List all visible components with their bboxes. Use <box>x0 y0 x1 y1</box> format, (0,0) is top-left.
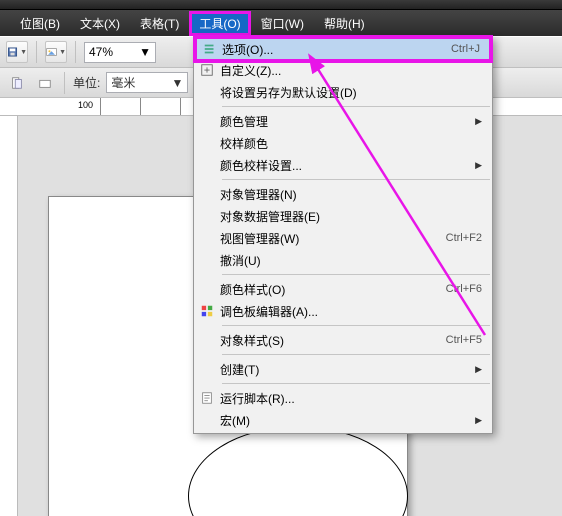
customize-icon <box>194 63 220 77</box>
menu-item-hotkey: Ctrl+F6 <box>434 283 482 295</box>
save-icon <box>7 45 18 59</box>
zoom-value: 47% <box>89 45 113 59</box>
save-dropdown-button[interactable]: ▼ <box>6 41 28 63</box>
menu-item-label: 创建(T) <box>220 361 475 378</box>
submenu-arrow-icon: ▶ <box>475 160 482 171</box>
menu-table[interactable]: 表格(T) <box>130 11 189 36</box>
caret-icon: ▼ <box>20 49 27 56</box>
menu-item[interactable]: 创建(T)▶ <box>194 358 492 380</box>
menu-item-label: 颜色校样设置... <box>220 157 475 174</box>
ruler-mark: 100 <box>78 100 93 110</box>
menu-item[interactable]: 颜色管理▶ <box>194 110 492 132</box>
ruler-vertical <box>0 116 18 516</box>
menu-item-label: 调色板编辑器(A)... <box>220 303 482 320</box>
menu-separator <box>222 325 490 326</box>
image-icon <box>46 45 57 59</box>
menu-item[interactable]: 自定义(Z)... <box>194 59 492 81</box>
image-button[interactable]: ▼ <box>45 41 67 63</box>
unit-combo[interactable]: 毫米 ▼ <box>106 72 188 93</box>
menu-help[interactable]: 帮助(H) <box>314 11 375 36</box>
menu-tools[interactable]: 工具(O) <box>189 11 250 36</box>
menu-item-hotkey: Ctrl+F2 <box>434 232 482 244</box>
menu-item[interactable]: 将设置另存为默认设置(D) <box>194 81 492 103</box>
unit-label: 单位: <box>73 74 100 91</box>
orientation-icon <box>38 76 52 90</box>
separator <box>75 41 76 63</box>
menu-item-label: 对象数据管理器(E) <box>220 208 482 225</box>
menu-separator <box>222 179 490 180</box>
menu-item[interactable]: 对象数据管理器(E) <box>194 205 492 227</box>
menu-item[interactable]: 颜色校样设置...▶ <box>194 154 492 176</box>
menu-item-label: 对象样式(S) <box>220 332 434 349</box>
menu-item[interactable]: 运行脚本(R)... <box>194 387 492 409</box>
menu-item-label: 颜色样式(O) <box>220 281 434 298</box>
menu-item-label: 撤消(U) <box>220 252 482 269</box>
orientation-button[interactable] <box>34 72 56 94</box>
menu-item-label: 运行脚本(R)... <box>220 390 482 407</box>
menubar: 位图(B) 文本(X) 表格(T) 工具(O) 窗口(W) 帮助(H) <box>0 10 562 36</box>
menu-window[interactable]: 窗口(W) <box>251 11 314 36</box>
menu-item[interactable]: 校样颜色 <box>194 132 492 154</box>
caret-icon: ▼ <box>59 49 66 56</box>
menu-item-label: 视图管理器(W) <box>220 230 434 247</box>
menu-separator <box>222 106 490 107</box>
menu-separator <box>222 274 490 275</box>
menu-item-hotkey: Ctrl+F5 <box>434 334 482 346</box>
menu-bitmap[interactable]: 位图(B) <box>10 11 70 36</box>
menu-item[interactable]: 对象样式(S)Ctrl+F5 <box>194 329 492 351</box>
menu-item-label: 颜色管理 <box>220 113 475 130</box>
menu-item[interactable]: 颜色样式(O)Ctrl+F6 <box>194 278 492 300</box>
separator <box>36 41 37 63</box>
menu-item-label: 对象管理器(N) <box>220 186 482 203</box>
menu-item[interactable]: 调色板编辑器(A)... <box>194 300 492 322</box>
menu-item[interactable]: 撤消(U) <box>194 249 492 271</box>
menu-item-label: 自定义(Z)... <box>220 62 482 79</box>
menu-item[interactable]: 对象管理器(N) <box>194 183 492 205</box>
unit-value: 毫米 <box>111 74 135 91</box>
menu-item-label: 宏(M) <box>220 412 475 429</box>
caret-icon: ▼ <box>171 76 183 90</box>
menu-item-label: 将设置另存为默认设置(D) <box>220 84 482 101</box>
menu-item-hotkey: Ctrl+J <box>439 43 480 55</box>
menu-item-label: 选项(O)... <box>222 41 439 58</box>
script-icon <box>194 391 220 405</box>
page-icon <box>10 76 24 90</box>
menu-separator <box>222 383 490 384</box>
separator <box>64 72 65 94</box>
options-icon <box>197 42 222 56</box>
submenu-arrow-icon: ▶ <box>475 116 482 127</box>
zoom-combo[interactable]: 47% ▼ <box>84 42 156 63</box>
palette-icon <box>194 304 220 318</box>
menu-item[interactable]: 选项(O)...Ctrl+J <box>196 38 490 60</box>
menu-item[interactable]: 视图管理器(W)Ctrl+F2 <box>194 227 492 249</box>
caret-icon: ▼ <box>139 45 151 59</box>
submenu-arrow-icon: ▶ <box>475 415 482 426</box>
menu-text[interactable]: 文本(X) <box>70 11 130 36</box>
titlebar <box>0 0 562 10</box>
tools-menu-dropdown: 选项(O)...Ctrl+J 自定义(Z)... 将设置另存为默认设置(D) 颜色管理… <box>193 36 493 434</box>
page-layout-button[interactable] <box>6 72 28 94</box>
menu-item[interactable]: 宏(M)▶ <box>194 409 492 431</box>
menu-separator <box>222 354 490 355</box>
submenu-arrow-icon: ▶ <box>475 364 482 375</box>
menu-item-label: 校样颜色 <box>220 135 482 152</box>
